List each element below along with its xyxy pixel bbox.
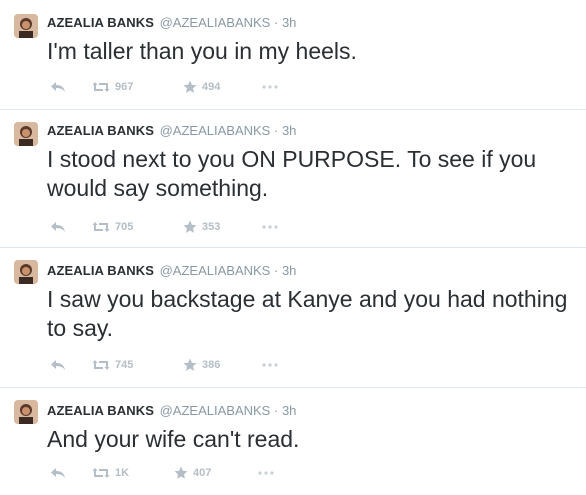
favorite-count: 386 — [202, 359, 221, 371]
fullname[interactable]: AZEALIA BANKS — [47, 403, 154, 418]
reply-button[interactable] — [50, 357, 66, 373]
retweet-icon — [92, 360, 110, 370]
retweet-button[interactable]: 967 — [92, 79, 133, 95]
more-button[interactable] — [258, 465, 274, 481]
tweet[interactable]: AZEALIA BANKS @AZEALIABANKS · 3h And you… — [0, 388, 586, 495]
favorite-button[interactable]: 494 — [183, 79, 220, 95]
timestamp[interactable]: 3h — [282, 403, 296, 418]
timestamp[interactable]: 3h — [282, 15, 296, 30]
tweet-text: I stood next to you ON PURPOSE. To see i… — [47, 146, 537, 201]
fullname[interactable]: AZEALIA BANKS — [47, 263, 154, 278]
more-button[interactable] — [262, 79, 278, 95]
tweet-text: And your wife can't read. — [47, 426, 300, 452]
more-icon — [262, 225, 278, 229]
retweet-button[interactable]: 705 — [92, 219, 133, 235]
tweet-text: I'm taller than you in my heels. — [47, 38, 357, 64]
tweet-header: AZEALIA BANKS @AZEALIABANKS · 3h — [47, 15, 296, 31]
retweet-count: 1K — [115, 467, 130, 479]
favorite-count: 353 — [202, 221, 221, 233]
star-icon — [183, 220, 197, 233]
favorite-count: 407 — [193, 467, 212, 479]
tweet[interactable]: AZEALIA BANKS @AZEALIABANKS · 3h I saw y… — [0, 248, 586, 388]
tweet-text: I saw you backstage at Kanye and you had… — [47, 286, 568, 341]
fullname[interactable]: AZEALIA BANKS — [47, 15, 154, 30]
tweet-header: AZEALIA BANKS @AZEALIABANKS · 3h — [47, 263, 296, 279]
favorite-button[interactable]: 353 — [183, 219, 220, 235]
tweet-header: AZEALIA BANKS @AZEALIABANKS · 3h — [47, 403, 296, 419]
more-button[interactable] — [262, 219, 278, 235]
reply-button[interactable] — [50, 219, 66, 235]
username[interactable]: @AZEALIABANKS — [160, 403, 271, 418]
tweet[interactable]: AZEALIA BANKS @AZEALIABANKS · 3h I'm tal… — [0, 0, 586, 110]
more-icon — [262, 363, 278, 367]
timestamp[interactable]: 3h — [282, 263, 296, 278]
tweet[interactable]: AZEALIA BANKS @AZEALIABANKS · 3h I stood… — [0, 110, 586, 248]
separator: · — [273, 123, 279, 138]
reply-button[interactable] — [50, 79, 66, 95]
favorite-button[interactable]: 407 — [174, 465, 211, 481]
timeline: AZEALIA BANKS @AZEALIABANKS · 3h I'm tal… — [0, 0, 586, 495]
star-icon — [174, 466, 188, 479]
more-icon — [258, 471, 274, 475]
more-icon — [262, 85, 278, 89]
star-icon — [183, 80, 197, 93]
retweet-count: 745 — [115, 359, 134, 371]
reply-icon — [51, 82, 65, 92]
reply-icon — [51, 468, 65, 478]
reply-icon — [51, 222, 65, 232]
separator: · — [273, 15, 279, 30]
retweet-button[interactable]: 1K — [92, 465, 129, 481]
retweet-count: 967 — [115, 81, 134, 93]
avatar[interactable] — [14, 122, 38, 146]
star-icon — [183, 358, 197, 371]
avatar[interactable] — [14, 400, 38, 424]
reply-icon — [51, 360, 65, 370]
favorite-count: 494 — [202, 81, 221, 93]
fullname[interactable]: AZEALIA BANKS — [47, 123, 154, 138]
retweet-icon — [92, 222, 110, 232]
separator: · — [273, 263, 279, 278]
retweet-button[interactable]: 745 — [92, 357, 133, 373]
timestamp[interactable]: 3h — [282, 123, 296, 138]
retweet-icon — [92, 82, 110, 92]
separator: · — [273, 403, 279, 418]
tweet-header: AZEALIA BANKS @AZEALIABANKS · 3h — [47, 123, 296, 139]
username[interactable]: @AZEALIABANKS — [160, 123, 271, 138]
avatar[interactable] — [14, 260, 38, 284]
favorite-button[interactable]: 386 — [183, 357, 220, 373]
retweet-icon — [92, 468, 110, 478]
more-button[interactable] — [262, 357, 278, 373]
username[interactable]: @AZEALIABANKS — [160, 263, 271, 278]
retweet-count: 705 — [115, 221, 134, 233]
username[interactable]: @AZEALIABANKS — [160, 15, 271, 30]
avatar[interactable] — [14, 14, 38, 38]
reply-button[interactable] — [50, 465, 66, 481]
